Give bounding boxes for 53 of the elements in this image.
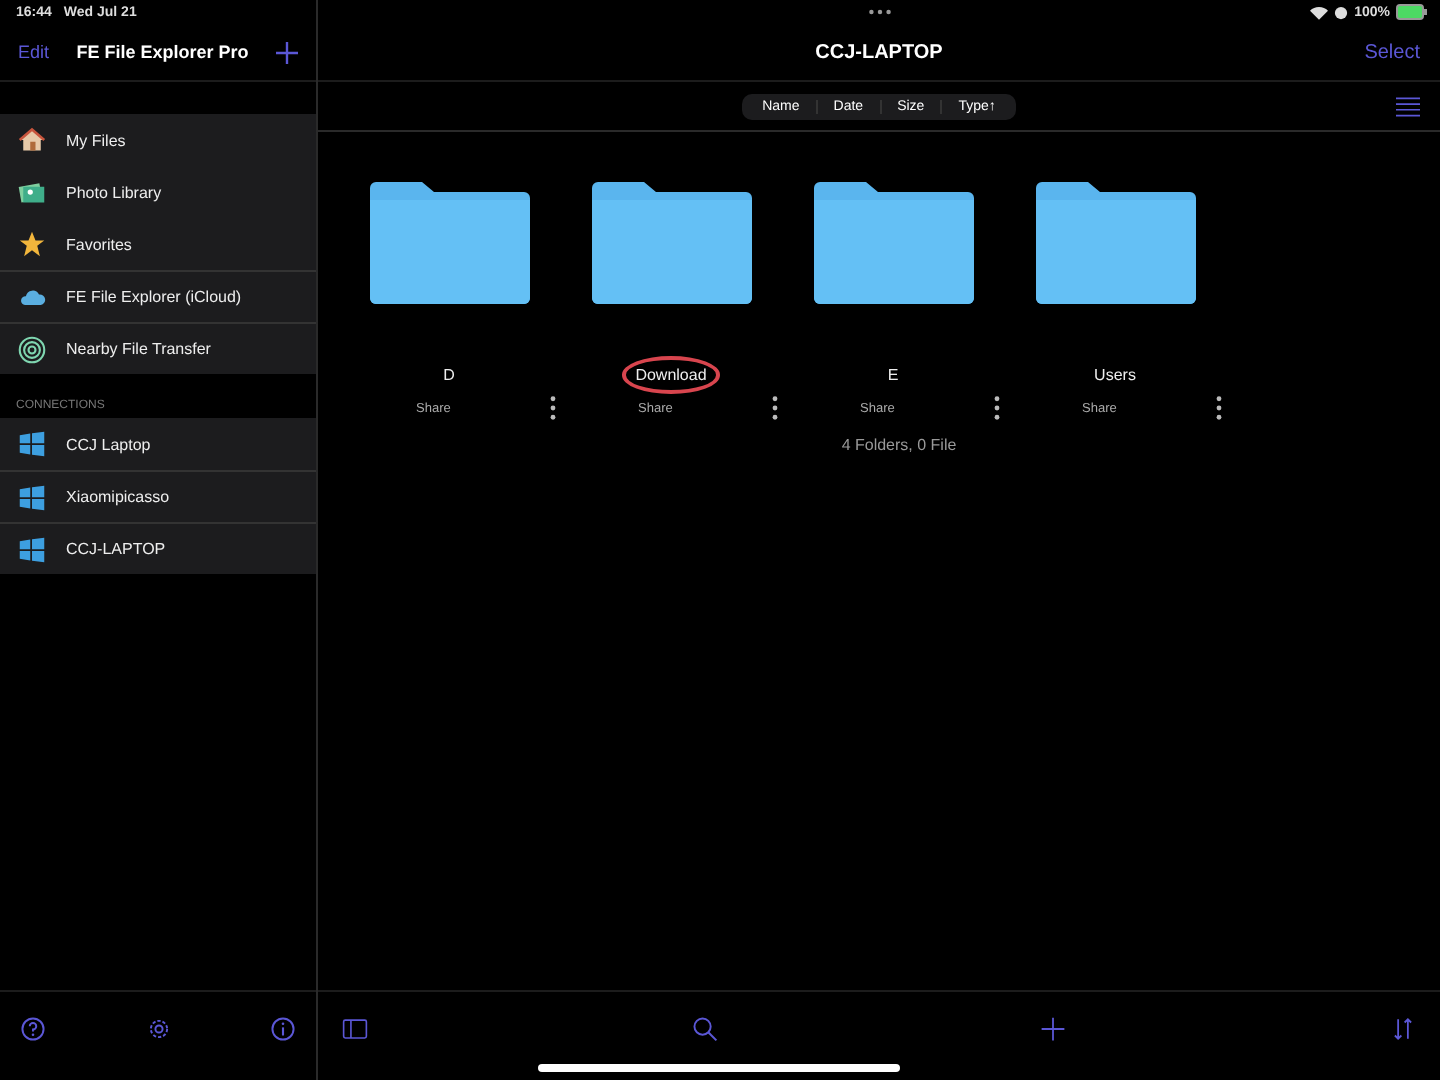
folder-name: D: [441, 364, 457, 388]
sidebar-title: FE File Explorer Pro: [76, 42, 249, 62]
windows-icon: [18, 483, 46, 511]
help-icon[interactable]: [20, 1015, 46, 1041]
battery-icon: [1396, 4, 1428, 20]
sidebar-item[interactable]: My Files: [0, 114, 316, 166]
connection-label: CCJ Laptop: [66, 435, 151, 453]
rotation-lock-icon: [1334, 5, 1349, 19]
item-label: Nearby File Transfer: [66, 340, 211, 358]
folder-name: Download: [621, 356, 721, 394]
wifi-icon: [1310, 5, 1329, 19]
item-label: My Files: [66, 131, 126, 149]
photos-icon: [18, 178, 46, 206]
search-icon[interactable]: [691, 1015, 718, 1041]
folder-icon[interactable]: [813, 180, 973, 304]
more-icon[interactable]: [994, 396, 1000, 420]
add-icon[interactable]: [275, 41, 298, 63]
signal-rings-icon: [18, 335, 46, 363]
sidebar-item[interactable]: Favorites: [0, 218, 316, 270]
folder-icon[interactable]: [1035, 180, 1195, 304]
add-icon[interactable]: [1040, 1015, 1067, 1041]
folder-icon[interactable]: [591, 180, 751, 304]
item-label: Photo Library: [66, 183, 162, 201]
info-icon[interactable]: [270, 1015, 296, 1041]
more-icon[interactable]: [1216, 396, 1222, 420]
windows-icon: [18, 430, 46, 458]
sidebar-item[interactable]: Nearby File Transfer: [0, 322, 316, 374]
sidebar-item[interactable]: Photo Library: [0, 166, 316, 218]
more-dots-icon[interactable]: [867, 8, 891, 16]
item-label: Favorites: [66, 235, 132, 253]
folder-icon[interactable]: [369, 180, 529, 304]
settings-icon[interactable]: [145, 1015, 171, 1041]
connection-item[interactable]: CCJ-LAPTOP: [0, 522, 316, 574]
star-icon: [18, 230, 46, 258]
folder-name: Users: [1092, 364, 1138, 388]
sidebar-toggle-icon[interactable]: [342, 1015, 368, 1041]
edit-button[interactable]: Edit: [18, 42, 50, 62]
more-icon[interactable]: [550, 396, 556, 420]
folder-name: E: [885, 364, 901, 388]
connection-label: Xiaomipicasso: [66, 488, 170, 506]
folder-title: CCJ-LAPTOP: [815, 41, 943, 63]
select-button[interactable]: Select: [1364, 41, 1420, 63]
connection-item[interactable]: Xiaomipicasso: [0, 470, 316, 522]
connection-label: CCJ-LAPTOP: [66, 540, 166, 558]
item-label: FE File Explorer (iCloud): [66, 288, 242, 306]
more-icon[interactable]: [772, 396, 778, 420]
folder-summary: 4 Folders, 0 File: [839, 436, 957, 454]
sidebar-item[interactable]: FE File Explorer (iCloud): [0, 270, 316, 322]
sort-arrows-icon[interactable]: [1389, 1015, 1416, 1041]
list-view-icon[interactable]: [1396, 95, 1420, 117]
house-icon: [18, 126, 46, 154]
connection-item[interactable]: CCJ Laptop: [0, 418, 316, 470]
windows-icon: [18, 535, 46, 563]
